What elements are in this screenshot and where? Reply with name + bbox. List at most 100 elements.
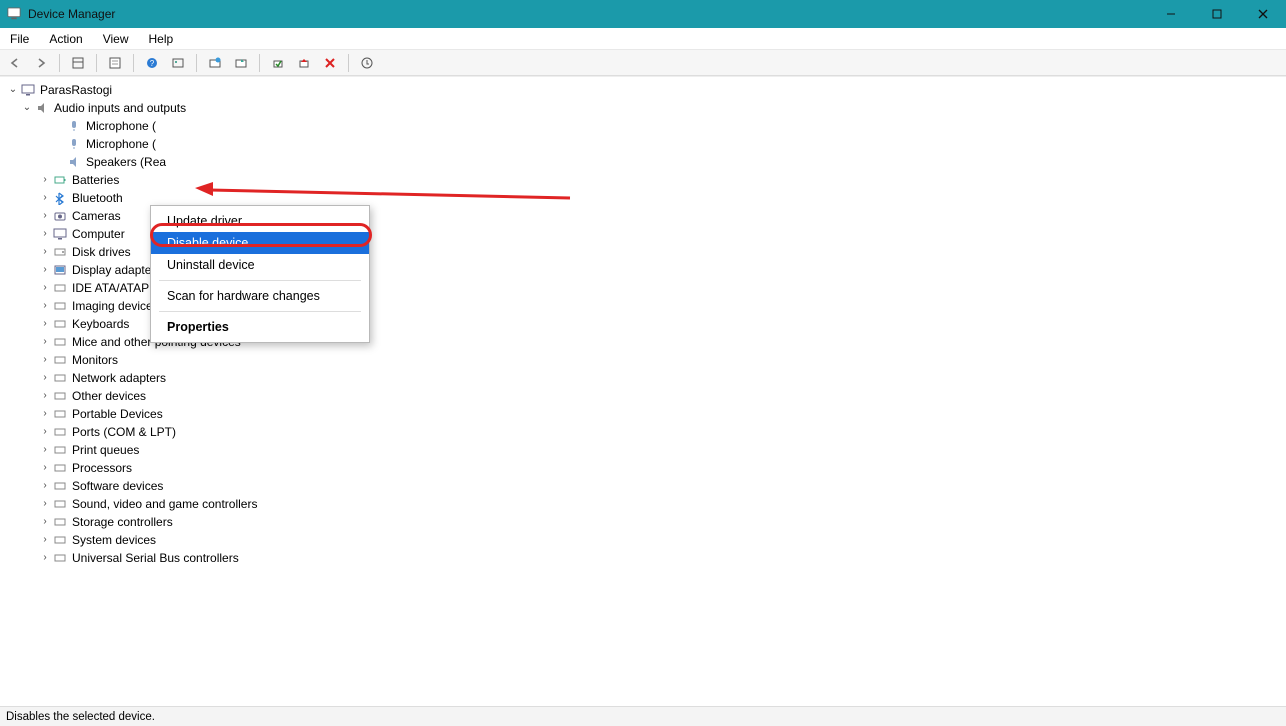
menu-view[interactable]: View bbox=[99, 30, 133, 48]
category-label: Display adapters bbox=[72, 261, 161, 279]
chevron-right-icon[interactable]: › bbox=[38, 387, 52, 405]
forward-button[interactable] bbox=[30, 52, 52, 74]
device-speakers[interactable]: Speakers (Rea bbox=[6, 153, 1284, 171]
menu-help[interactable]: Help bbox=[145, 30, 178, 48]
menu-item-scan-hardware[interactable]: Scan for hardware changes bbox=[151, 285, 369, 307]
device-tree: ⌄ ParasRastogi ⌄ Audio inputs and output… bbox=[0, 76, 1286, 706]
category-icon bbox=[52, 316, 68, 332]
enable-device-button[interactable] bbox=[267, 52, 289, 74]
category-system-devices[interactable]: › System devices bbox=[6, 531, 1284, 549]
category-ports-com-lpt-[interactable]: › Ports (COM & LPT) bbox=[6, 423, 1284, 441]
category-processors[interactable]: › Processors bbox=[6, 459, 1284, 477]
menu-item-properties[interactable]: Properties bbox=[151, 316, 369, 338]
chevron-right-icon[interactable]: › bbox=[38, 189, 52, 207]
category-sound-video-and-game-controllers[interactable]: ›Sound, video and game controllers bbox=[6, 495, 1284, 513]
chevron-right-icon[interactable]: › bbox=[38, 351, 52, 369]
category-icon bbox=[52, 424, 68, 440]
category-label: Universal Serial Bus controllers bbox=[72, 549, 239, 567]
category-label: Imaging devices bbox=[72, 297, 159, 315]
chevron-right-icon[interactable]: › bbox=[38, 477, 52, 495]
category-icon bbox=[52, 406, 68, 422]
menu-file[interactable]: File bbox=[6, 30, 33, 48]
category-label: Monitors bbox=[72, 351, 118, 369]
category-icon bbox=[52, 226, 68, 242]
category-audio[interactable]: ⌄ Audio inputs and outputs bbox=[6, 99, 1284, 117]
chevron-right-icon[interactable]: › bbox=[38, 441, 52, 459]
chevron-right-icon[interactable]: › bbox=[38, 495, 52, 513]
chevron-down-icon[interactable]: ⌄ bbox=[20, 99, 34, 117]
category-other-devices[interactable]: ›Other devices bbox=[6, 387, 1284, 405]
category-print-queues[interactable]: › Print queues bbox=[6, 441, 1284, 459]
maximize-button[interactable] bbox=[1194, 0, 1240, 28]
statusbar: Disables the selected device. bbox=[0, 706, 1286, 726]
chevron-right-icon[interactable]: › bbox=[38, 279, 52, 297]
back-button[interactable] bbox=[4, 52, 26, 74]
chevron-right-icon[interactable]: › bbox=[38, 333, 52, 351]
category-portable-devices[interactable]: ›Portable Devices bbox=[6, 405, 1284, 423]
device-microphone-2[interactable]: Microphone ( bbox=[6, 135, 1284, 153]
close-button[interactable] bbox=[1240, 0, 1286, 28]
category-icon bbox=[52, 208, 68, 224]
category-batteries[interactable]: › Batteries bbox=[6, 171, 1284, 189]
category-label: Network adapters bbox=[72, 369, 166, 387]
category-label: System devices bbox=[72, 531, 156, 549]
menu-item-update-driver[interactable]: Update driver bbox=[151, 210, 369, 232]
chevron-right-icon[interactable]: › bbox=[38, 261, 52, 279]
menu-item-uninstall-device[interactable]: Uninstall device bbox=[151, 254, 369, 276]
category-icon bbox=[52, 478, 68, 494]
chevron-right-icon[interactable]: › bbox=[38, 369, 52, 387]
uninstall-device-button[interactable] bbox=[319, 52, 341, 74]
chevron-right-icon[interactable]: › bbox=[38, 531, 52, 549]
chevron-right-icon[interactable]: › bbox=[38, 405, 52, 423]
mic-icon bbox=[66, 118, 82, 134]
category-label: Processors bbox=[72, 459, 132, 477]
category-icon bbox=[52, 370, 68, 386]
device-label: Microphone ( bbox=[86, 117, 156, 135]
category-icon bbox=[52, 190, 68, 206]
category-icon bbox=[52, 460, 68, 476]
category-label: Batteries bbox=[72, 171, 119, 189]
category-label: Print queues bbox=[72, 441, 139, 459]
disable-device-button[interactable] bbox=[293, 52, 315, 74]
chevron-right-icon[interactable]: › bbox=[38, 315, 52, 333]
chevron-right-icon[interactable]: › bbox=[38, 459, 52, 477]
toolbar: ? bbox=[0, 50, 1286, 76]
category-universal-serial-bus-controllers[interactable]: › Universal Serial Bus controllers bbox=[6, 549, 1284, 567]
minimize-button[interactable] bbox=[1148, 0, 1194, 28]
properties-button[interactable] bbox=[104, 52, 126, 74]
install-legacy-button[interactable] bbox=[356, 52, 378, 74]
titlebar[interactable]: Device Manager bbox=[0, 0, 1286, 28]
show-hide-tree-button[interactable] bbox=[67, 52, 89, 74]
help-button[interactable]: ? bbox=[141, 52, 163, 74]
window-title: Device Manager bbox=[28, 7, 115, 21]
chevron-right-icon[interactable]: › bbox=[38, 297, 52, 315]
category-label: Computer bbox=[72, 225, 125, 243]
category-label: Bluetooth bbox=[72, 189, 123, 207]
category-label: Cameras bbox=[72, 207, 121, 225]
category-software-devices[interactable]: ›Software devices bbox=[6, 477, 1284, 495]
chevron-down-icon[interactable]: ⌄ bbox=[6, 81, 20, 99]
chevron-right-icon[interactable]: › bbox=[38, 171, 52, 189]
category-label: Ports (COM & LPT) bbox=[72, 423, 176, 441]
view-button[interactable] bbox=[167, 52, 189, 74]
chevron-right-icon[interactable]: › bbox=[38, 513, 52, 531]
chevron-right-icon[interactable]: › bbox=[38, 423, 52, 441]
update-driver-button[interactable] bbox=[230, 52, 252, 74]
category-icon bbox=[52, 550, 68, 566]
category-label: Keyboards bbox=[72, 315, 129, 333]
root-node[interactable]: ⌄ ParasRastogi bbox=[6, 81, 1284, 99]
device-label: Microphone ( bbox=[86, 135, 156, 153]
chevron-right-icon[interactable]: › bbox=[38, 207, 52, 225]
chevron-right-icon[interactable]: › bbox=[38, 549, 52, 567]
device-microphone-1[interactable]: Microphone ( bbox=[6, 117, 1284, 135]
menu-separator bbox=[159, 280, 361, 281]
chevron-right-icon[interactable]: › bbox=[38, 225, 52, 243]
category-network-adapters[interactable]: › Network adapters bbox=[6, 369, 1284, 387]
menu-item-disable-device[interactable]: Disable device bbox=[151, 232, 369, 254]
audio-icon bbox=[34, 100, 50, 116]
menu-action[interactable]: Action bbox=[45, 30, 86, 48]
chevron-right-icon[interactable]: › bbox=[38, 243, 52, 261]
category-monitors[interactable]: › Monitors bbox=[6, 351, 1284, 369]
scan-hardware-button[interactable] bbox=[204, 52, 226, 74]
category-storage-controllers[interactable]: ›Storage controllers bbox=[6, 513, 1284, 531]
